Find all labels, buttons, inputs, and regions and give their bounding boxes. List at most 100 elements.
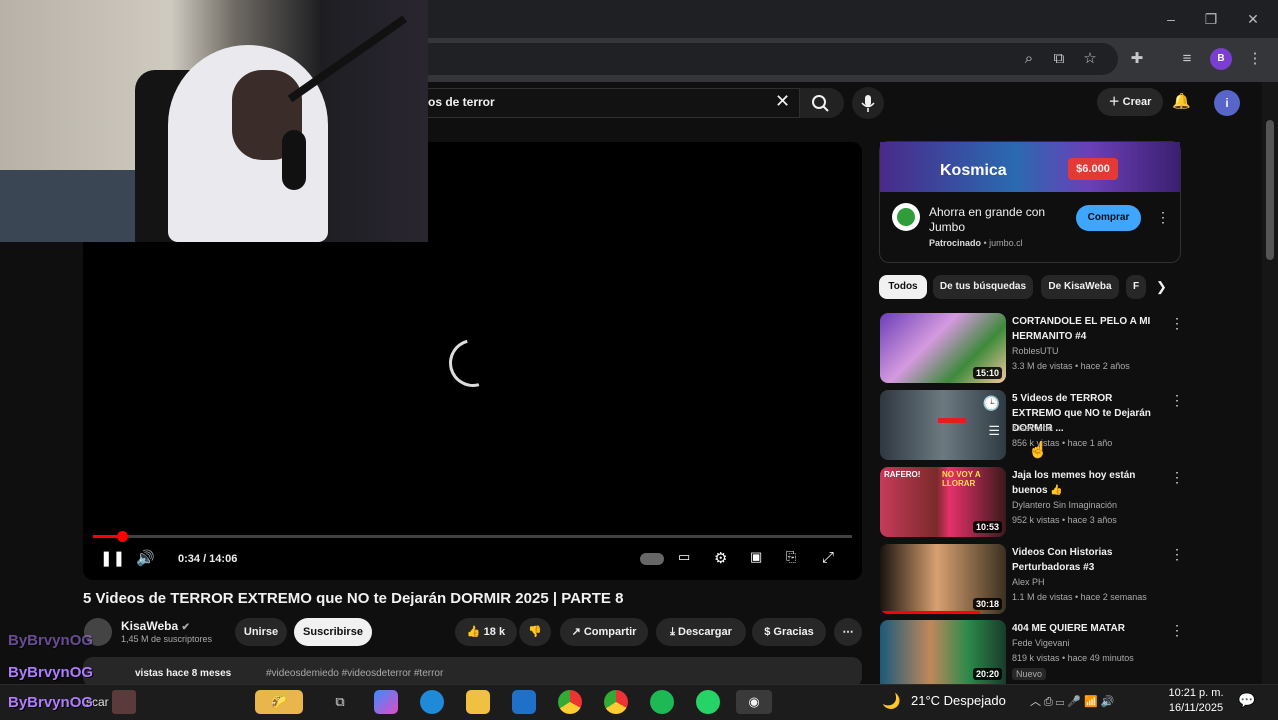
related-title[interactable]: Jaja los memes hoy están buenos 👍	[1012, 468, 1162, 498]
chrome-menu-icon[interactable]: ⋮	[1244, 48, 1266, 70]
mic-arm-graphic	[287, 15, 407, 103]
video-duration: 10:53	[972, 521, 1002, 533]
tray-icons[interactable]: ︿ ⎙ ▭ 🎤 📶 🔊	[1030, 693, 1115, 709]
theater-mode-icon[interactable]: ▣	[750, 549, 762, 565]
weather-status[interactable]: 21°C Despejado	[911, 693, 1006, 708]
profile-avatar[interactable]: B	[1210, 48, 1232, 70]
like-button[interactable]: 👍 18 k	[455, 618, 517, 646]
notifications-bell-icon[interactable]: 🔔	[1172, 92, 1191, 110]
related-channel[interactable]: Fede Vigevani	[1012, 638, 1069, 648]
chrome-profile-icon[interactable]	[604, 690, 628, 714]
search-button[interactable]	[800, 88, 844, 118]
account-avatar[interactable]: i	[1214, 90, 1240, 116]
cast-icon[interactable]: ⎘	[786, 549, 796, 565]
pause-icon[interactable]: ❚❚	[100, 549, 125, 567]
zoom-icon[interactable]: ⌕	[1018, 48, 1040, 70]
ad-menu-icon[interactable]: ⋮	[1156, 209, 1170, 226]
progress-bar[interactable]	[93, 535, 852, 538]
chevron-right-icon[interactable]: ❯	[1156, 279, 1167, 295]
extensions-icon[interactable]: ✚	[1126, 48, 1148, 70]
download-button[interactable]: ⤓ Descargar	[656, 618, 746, 646]
voice-search-button[interactable]	[852, 87, 884, 119]
weather-icon: 🌙	[882, 693, 901, 710]
related-channel[interactable]: KisaWeba	[1012, 423, 1053, 433]
clear-search-icon[interactable]: ✕	[775, 91, 790, 112]
task-view-icon[interactable]: ⧉	[328, 690, 352, 714]
chrome-icon[interactable]	[558, 690, 582, 714]
stream-handle: ByBrvynOG	[8, 632, 94, 649]
dislike-button[interactable]: 👎	[519, 618, 551, 646]
description-meta: vistas hace 8 meses	[135, 668, 231, 679]
copilot-icon[interactable]	[374, 690, 398, 714]
ad-title[interactable]: Ahorra en grande con Jumbo	[929, 205, 1069, 235]
description-age: hace 8 meses	[166, 668, 232, 679]
chip-from-searches[interactable]: De tus búsquedas	[933, 275, 1033, 299]
watch-later-icon[interactable]: 🕒	[983, 395, 1000, 412]
plus-icon: ＋	[1108, 96, 1123, 108]
sofa-graphic	[0, 170, 150, 242]
chip-all[interactable]: Todos	[879, 275, 927, 299]
outlook-icon[interactable]	[512, 690, 536, 714]
obs-studio-icon[interactable]: ◉	[736, 690, 772, 714]
thanks-button[interactable]: $ Gracias	[752, 618, 826, 646]
whatsapp-icon[interactable]	[696, 690, 720, 714]
related-title[interactable]: CORTANDOLE EL PELO A MI HERMANITO #4	[1012, 314, 1162, 344]
subscribe-button[interactable]: Suscribirse	[294, 618, 372, 646]
related-menu-icon[interactable]: ⋮	[1170, 546, 1184, 563]
related-title[interactable]: Videos Con Historias Perturbadoras #3	[1012, 545, 1162, 575]
notifications-icon[interactable]: 💬	[1238, 692, 1255, 709]
related-meta: 952 k vistas • hace 3 años	[1012, 515, 1117, 525]
related-title[interactable]: 404 ME QUIERE MATAR	[1012, 621, 1162, 636]
ad-banner-image[interactable]	[880, 142, 1180, 192]
thumbs-down-icon: 👎	[528, 626, 542, 638]
create-button[interactable]: ＋ Crear	[1097, 88, 1163, 116]
related-menu-icon[interactable]: ⋮	[1170, 315, 1184, 332]
studio-microphone-graphic	[282, 130, 306, 190]
file-explorer-icon[interactable]	[466, 690, 490, 714]
channel-name[interactable]: KisaWeba ✔	[121, 619, 190, 633]
add-to-queue-icon[interactable]: ☰	[988, 423, 1000, 439]
related-menu-icon[interactable]: ⋮	[1170, 622, 1184, 639]
autoplay-toggle[interactable]	[640, 553, 664, 565]
chip-from-channel[interactable]: De KisaWeba	[1041, 275, 1119, 299]
time-display: 0:34 / 14:06	[178, 553, 238, 565]
fullscreen-icon[interactable]: ⤢	[822, 549, 834, 566]
minimize-button[interactable]: –	[1156, 8, 1186, 30]
related-menu-icon[interactable]: ⋮	[1170, 469, 1184, 486]
clock-time[interactable]: 10:21 p. m.	[1166, 687, 1226, 699]
related-thumbnail[interactable]: 30:18	[880, 544, 1006, 614]
thumbnail-caption: NO VOY A LLORAR	[942, 470, 981, 488]
volume-icon[interactable]: 🔊	[136, 549, 155, 567]
create-label: Crear	[1122, 96, 1152, 108]
media-icon[interactable]: ≡	[1176, 48, 1198, 70]
scrollbar-thumb[interactable]	[1266, 120, 1274, 260]
related-menu-icon[interactable]: ⋮	[1170, 392, 1184, 409]
settings-gear-icon[interactable]: ⚙	[714, 549, 727, 567]
bookmark-star-icon[interactable]: ☆	[1079, 48, 1101, 70]
close-window-button[interactable]: ✕	[1238, 8, 1268, 30]
related-channel[interactable]: RoblesUTU	[1012, 346, 1059, 356]
related-thumbnail[interactable]: RAFERO! NO VOY A LLORAR 10:53	[880, 467, 1006, 537]
clock-date[interactable]: 16/11/2025	[1166, 702, 1226, 714]
ad-buy-button[interactable]: Comprar	[1076, 205, 1141, 231]
share-button[interactable]: ↗ Compartir	[560, 618, 648, 646]
related-channel[interactable]: Dylantero Sin Imaginación	[1012, 500, 1117, 510]
join-button[interactable]: Unirse	[235, 618, 287, 646]
red-arrow-graphic	[938, 418, 966, 423]
related-thumbnail[interactable]: 20:20	[880, 620, 1006, 684]
subtitles-icon[interactable]: ▭	[678, 549, 690, 565]
spotify-icon[interactable]	[650, 690, 674, 714]
ad-domain: jumbo.cl	[989, 238, 1023, 248]
more-actions-icon[interactable]: ⋯	[834, 618, 862, 646]
taco-widget-icon[interactable]: 🌮	[255, 690, 303, 714]
scrubber-handle[interactable]	[117, 531, 128, 542]
restore-button[interactable]: ❐	[1196, 8, 1226, 30]
related-thumbnail[interactable]: 🕒 ☰	[880, 390, 1006, 460]
install-icon[interactable]: ⧉	[1048, 48, 1070, 70]
edge-browser-icon[interactable]	[420, 690, 444, 714]
related-channel[interactable]: Alex PH	[1012, 577, 1045, 587]
chip-partial[interactable]: F	[1126, 275, 1146, 299]
description-tags[interactable]: #videosdemiedo #videosdeterror #terror	[266, 668, 443, 679]
related-thumbnail[interactable]: 15:10	[880, 313, 1006, 383]
address-bar[interactable]	[428, 43, 1118, 75]
